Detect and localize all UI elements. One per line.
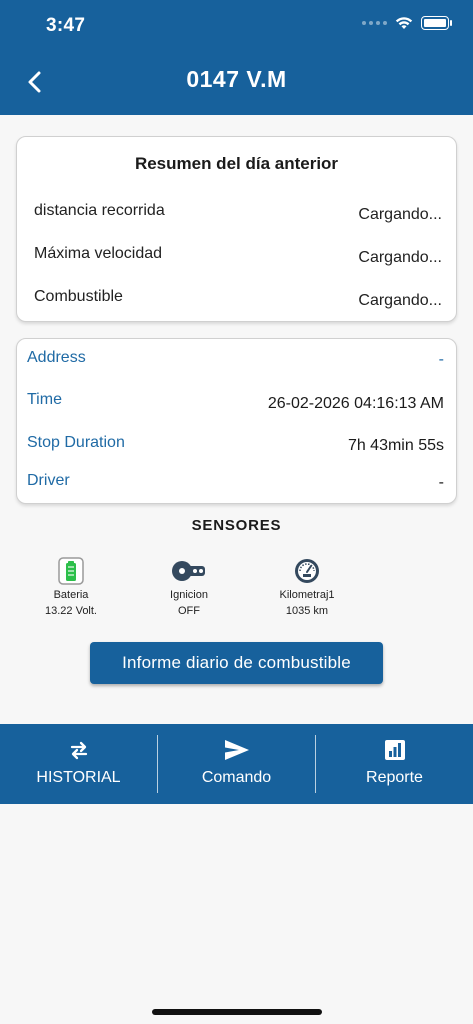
odometer-icon (295, 559, 319, 583)
info-label: Stop Duration (27, 434, 125, 451)
summary-label: Máxima velocidad (34, 245, 163, 262)
sensors-title: SENSORES (191, 517, 282, 534)
status-time: 3:47 (46, 15, 86, 36)
info-value: - (438, 474, 444, 491)
page-title: 0147 V.M (186, 66, 287, 92)
sensor-battery: Bateria 13.22 Volt. (21, 556, 121, 617)
status-icons (362, 16, 452, 30)
sensor-odometer: Kilometraj1 1035 km (257, 556, 357, 617)
info-label: Driver (27, 472, 70, 489)
report-chart-icon (384, 740, 405, 760)
home-indicator[interactable] (152, 1009, 322, 1015)
info-card: Address - Time 26-02-2026 04:16:13 AM St… (16, 338, 457, 504)
sensor-name: Kilometraj1 (279, 589, 335, 601)
tab-comando[interactable]: Comando (158, 724, 315, 804)
signal-icon (362, 21, 387, 25)
tab-label: HISTORIAL (36, 769, 121, 786)
tab-label: Reporte (366, 769, 423, 786)
sensor-ignition: Ignicion OFF (139, 556, 239, 617)
info-label: Address (27, 349, 86, 366)
info-label: Time (27, 391, 62, 408)
summary-value: Cargando... (358, 206, 442, 223)
fuel-report-button[interactable]: Informe diario de combustible (90, 642, 383, 684)
sensor-value: 1035 km (285, 605, 329, 617)
summary-value: Cargando... (358, 292, 442, 309)
battery-icon (58, 557, 84, 585)
sensor-name: Ignicion (170, 589, 208, 601)
tab-label: Comando (201, 769, 272, 786)
summary-title: Resumen del día anterior (134, 154, 339, 173)
ignition-key-icon (172, 561, 205, 581)
sensor-value: 13.22 Volt. (45, 605, 97, 617)
info-value: - (438, 351, 444, 368)
summary-value: Cargando... (358, 249, 442, 266)
sensor-name: Bateria (53, 589, 89, 601)
info-value: 7h 43min 55s (347, 437, 444, 454)
summary-label: Combustible (34, 288, 123, 305)
bottom-nav: HISTORIAL Comando Reporte (0, 724, 473, 804)
summary-label: distancia recorrida (34, 202, 165, 219)
sensor-value: OFF (178, 605, 200, 617)
info-value: 26-02-2026 04:16:13 AM (267, 395, 444, 412)
status-battery-icon (421, 16, 452, 30)
tab-historial[interactable]: HISTORIAL (0, 724, 157, 804)
wifi-icon (395, 17, 413, 29)
history-arrows-icon (70, 741, 87, 760)
app-header: 3:47 0147 V.M (0, 0, 473, 115)
summary-card: Resumen del día anterior distancia recor… (16, 136, 457, 322)
tab-reporte[interactable]: Reporte (316, 724, 473, 804)
send-icon (224, 740, 249, 760)
